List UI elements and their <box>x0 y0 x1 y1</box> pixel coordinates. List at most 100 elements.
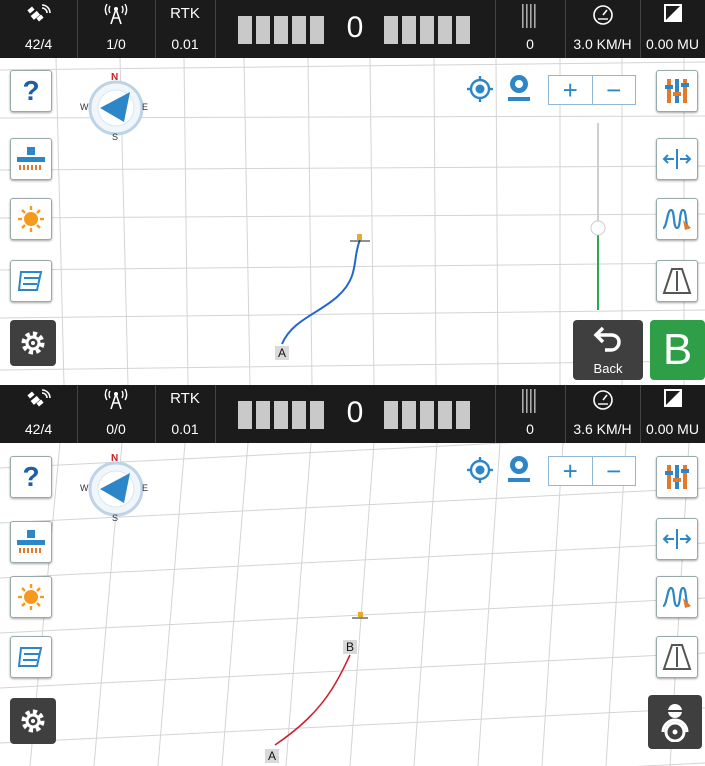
satellite-status[interactable]: 42/4 <box>0 385 77 443</box>
ab-line <box>274 654 351 746</box>
compass[interactable]: N S E W <box>80 72 152 144</box>
path-mode-button[interactable] <box>10 260 52 302</box>
compass-n: N <box>111 453 119 464</box>
help-icon: ? <box>22 461 40 492</box>
back-arrow-icon <box>593 326 621 352</box>
path-mode-button[interactable] <box>10 636 52 678</box>
implement-icon <box>17 147 45 170</box>
locate-button[interactable] <box>466 75 494 103</box>
compass-s: S <box>112 513 119 523</box>
zoom-in-button[interactable]: + <box>549 76 592 104</box>
point-a-marker: A <box>275 346 289 360</box>
screen-bottom: 42/4 0/0 RTK 0.01 0 0 3.6 KM/H 0.00 MU B… <box>0 385 705 766</box>
implement-icon <box>17 530 45 553</box>
equalizer-button[interactable] <box>656 456 698 498</box>
width-adjust-button[interactable] <box>656 138 698 180</box>
locate-icon <box>467 457 493 483</box>
zoom-in-button[interactable]: + <box>549 457 592 485</box>
path-mode-icon <box>17 271 43 291</box>
settings-button[interactable] <box>10 320 56 366</box>
speed-value: 3.6 KM/H <box>573 421 632 437</box>
back-button[interactable]: Back <box>573 320 643 380</box>
satellite-count: 42/4 <box>24 36 53 52</box>
settings-button[interactable] <box>10 698 56 744</box>
autosteer-button[interactable] <box>648 695 702 749</box>
compass-n: N <box>111 72 119 83</box>
area-icon <box>640 389 705 411</box>
road-view-button[interactable] <box>656 636 698 678</box>
zoom-out-icon: − <box>606 456 622 486</box>
base-station-count: 0/0 <box>106 421 126 437</box>
compass-w: W <box>80 483 89 493</box>
settings-icon <box>21 331 45 355</box>
area-value: 0.00 MU <box>646 421 699 437</box>
deviation-bar-left <box>238 401 328 431</box>
calibration-button[interactable] <box>656 576 698 618</box>
brightness-icon <box>18 584 44 610</box>
rtk-status[interactable]: RTK 0.01 <box>155 385 215 443</box>
deviation-bar-left <box>238 16 328 46</box>
road-view-icon <box>662 268 692 294</box>
camera-follow-button[interactable] <box>504 73 534 103</box>
satellite-icon <box>0 4 77 26</box>
back-label: Back <box>593 361 623 376</box>
slider-thumb[interactable] <box>590 220 606 236</box>
satellite-count: 42/4 <box>24 421 53 437</box>
area-status[interactable]: 0.00 MU <box>640 385 705 443</box>
status-bar: 42/4 1/0 RTK 0.01 0 0 3.0 KM/H 0.00 MU <box>0 0 705 58</box>
speedometer-icon <box>565 389 640 411</box>
equalizer-button[interactable] <box>656 70 698 112</box>
road-view-button[interactable] <box>656 260 698 302</box>
deviation-bar-right <box>384 16 474 46</box>
rtk-value: 0.01 <box>171 421 199 437</box>
signal-status[interactable]: 0 <box>495 385 565 443</box>
base-station-status[interactable]: 1/0 <box>77 0 155 58</box>
brightness-button[interactable] <box>10 198 52 240</box>
speed-value: 3.0 KM/H <box>573 36 632 52</box>
settings-icon <box>21 709 45 733</box>
help-icon: ? <box>22 75 40 106</box>
zoom-in-icon: + <box>562 456 578 486</box>
area-icon <box>640 4 705 26</box>
satellite-status[interactable]: 42/4 <box>0 0 77 58</box>
locate-button[interactable] <box>466 456 494 484</box>
set-point-b-button[interactable]: B <box>650 320 705 380</box>
implement-button[interactable] <box>10 521 52 563</box>
implement-button[interactable] <box>10 138 52 180</box>
area-status[interactable]: 0.00 MU <box>640 0 705 58</box>
brightness-icon <box>18 206 44 232</box>
signal-bars-icon <box>495 389 565 413</box>
guidance-path <box>281 239 361 345</box>
brightness-button[interactable] <box>10 576 52 618</box>
signal-bars-icon <box>495 4 565 28</box>
signal-status[interactable]: 0 <box>495 0 565 58</box>
signal-count: 0 <box>526 36 534 52</box>
deviation-value: 0 <box>346 11 364 44</box>
calibration-button[interactable] <box>656 198 698 240</box>
point-b-marker: B <box>343 640 357 654</box>
base-station-icon <box>77 388 155 411</box>
help-button[interactable]: ? <box>10 456 52 498</box>
speed-status[interactable]: 3.0 KM/H <box>565 0 640 58</box>
path-mode-icon <box>17 647 43 667</box>
base-station-status[interactable]: 0/0 <box>77 385 155 443</box>
compass[interactable]: N S E W <box>80 453 152 525</box>
field-map[interactable]: B A N S E W ? + − <box>0 443 705 766</box>
road-view-icon <box>662 644 692 670</box>
help-button[interactable]: ? <box>10 70 52 112</box>
zoom-out-button[interactable]: − <box>591 76 636 104</box>
calibration-icon <box>662 208 691 230</box>
camera-follow-button[interactable] <box>504 454 534 484</box>
equalizer-icon <box>665 79 689 103</box>
rtk-status[interactable]: RTK 0.01 <box>155 0 215 58</box>
point-a-marker: A <box>265 749 279 763</box>
base-station-icon <box>77 3 155 26</box>
camera-follow-icon <box>508 75 530 101</box>
rtk-label: RTK <box>170 5 200 22</box>
zoom-out-button[interactable]: − <box>591 456 636 486</box>
deviation-bar-right <box>384 401 474 431</box>
speed-status[interactable]: 3.6 KM/H <box>565 385 640 443</box>
deviation-value: 0 <box>346 396 364 429</box>
width-adjust-button[interactable] <box>656 518 698 560</box>
width-adjust-icon <box>662 149 692 169</box>
